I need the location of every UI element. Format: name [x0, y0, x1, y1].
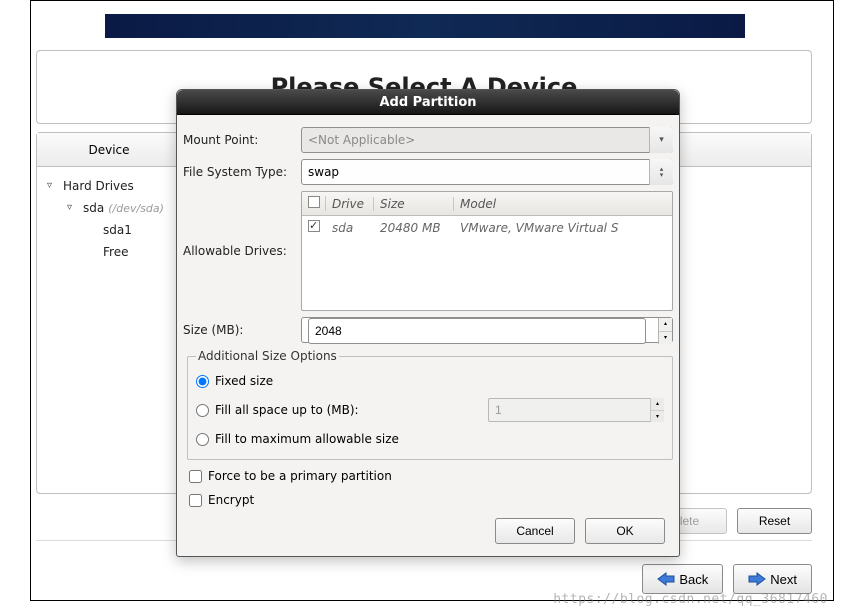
mount-point-combo[interactable]: <Not Applicable> — [301, 127, 673, 153]
arrow-right-icon — [748, 572, 766, 586]
encrypt-checkbox[interactable] — [189, 494, 202, 507]
chevron-down-icon[interactable]: ▾ — [649, 127, 673, 153]
fs-type-label: File System Type: — [183, 165, 301, 179]
size-mb-input[interactable] — [308, 318, 646, 344]
radio-fill-max-row[interactable]: Fill to maximum allowable size — [196, 427, 664, 451]
back-button[interactable]: Back — [642, 564, 723, 594]
mount-point-label: Mount Point: — [183, 133, 301, 147]
spin-down-icon[interactable]: ▾ — [651, 411, 664, 423]
radio-fill-up-to-row[interactable]: Fill all space up to (MB): ▴ ▾ — [196, 393, 664, 427]
fs-type-combo[interactable]: swap — [301, 159, 673, 185]
add-partition-dialog: Add Partition Mount Point: <Not Applicab… — [176, 89, 680, 557]
spin-up-icon[interactable]: ▴ — [659, 318, 672, 332]
chevron-down-icon[interactable]: ▿ — [47, 180, 59, 192]
allowable-drives-label: Allowable Drives: — [183, 244, 301, 258]
force-primary-row[interactable]: Force to be a primary partition — [183, 464, 673, 488]
fill-up-to-input[interactable] — [488, 398, 664, 422]
updown-icon[interactable]: ▴▾ — [649, 159, 673, 185]
radio-fill-up-to[interactable] — [196, 404, 209, 417]
dialog-title[interactable]: Add Partition — [177, 90, 679, 115]
tree-meta: (/dev/sda) — [108, 202, 164, 215]
dialog-body: Mount Point: <Not Applicable> ▾ File Sys… — [177, 115, 679, 556]
radio-label: Fixed size — [215, 374, 273, 388]
button-label: Back — [679, 572, 708, 587]
drives-col-size[interactable]: Size — [374, 197, 454, 211]
size-mb-label: Size (MB): — [183, 323, 301, 337]
spin-down-icon[interactable]: ▾ — [659, 332, 672, 345]
drive-cell-model: VMware, VMware Virtual S — [454, 221, 672, 235]
tree-label: sda1 — [103, 223, 132, 237]
button-label: Cancel — [516, 524, 553, 538]
allowable-drives-table[interactable]: Drive Size Model sda 20480 MB VMware, VM… — [301, 191, 673, 311]
drive-row-checkbox[interactable] — [308, 220, 320, 232]
drives-check-all[interactable] — [302, 196, 326, 211]
radio-label: Fill to maximum allowable size — [215, 432, 399, 446]
additional-size-legend: Additional Size Options — [196, 349, 339, 363]
check-label: Force to be a primary partition — [208, 469, 392, 483]
additional-size-options: Additional Size Options Fixed size Fill … — [187, 349, 673, 460]
button-label: Reset — [759, 514, 790, 528]
wizard-nav-row: Back Next — [642, 564, 812, 594]
check-label: Encrypt — [208, 493, 254, 507]
spin-up-icon[interactable]: ▴ — [651, 398, 664, 411]
ok-button[interactable]: OK — [585, 518, 665, 544]
drives-col-drive[interactable]: Drive — [326, 197, 374, 211]
fill-up-spinner[interactable]: ▴ ▾ — [650, 398, 664, 422]
column-device[interactable]: Device — [37, 133, 182, 167]
banner-band — [105, 14, 745, 38]
drive-cell-size: 20480 MB — [374, 221, 454, 235]
radio-fill-max[interactable] — [196, 433, 209, 446]
button-label: lete — [680, 514, 699, 528]
drives-col-model[interactable]: Model — [454, 197, 672, 211]
button-label: Next — [770, 572, 797, 587]
next-button[interactable]: Next — [733, 564, 812, 594]
drives-header: Drive Size Model — [302, 192, 672, 216]
drives-row[interactable]: sda 20480 MB VMware, VMware Virtual S — [302, 216, 672, 239]
radio-fixed-size-row[interactable]: Fixed size — [196, 369, 664, 393]
size-spinner[interactable]: ▴ ▾ — [658, 318, 672, 344]
tree-label: Free — [103, 245, 128, 259]
encrypt-row[interactable]: Encrypt — [183, 488, 673, 512]
force-primary-checkbox[interactable] — [189, 470, 202, 483]
check-all-checkbox[interactable] — [308, 196, 320, 208]
radio-label: Fill all space up to (MB): — [215, 403, 359, 417]
arrow-left-icon — [657, 572, 675, 586]
watermark-text: https://blog.csdn.net/qq_36817460 — [553, 592, 828, 607]
radio-fixed-size[interactable] — [196, 375, 209, 388]
button-label: OK — [616, 524, 633, 538]
cancel-button[interactable]: Cancel — [495, 518, 575, 544]
tree-label: sda — [83, 201, 104, 215]
drive-cell-name: sda — [326, 221, 374, 235]
tree-label: Hard Drives — [63, 179, 134, 193]
dialog-action-row: Cancel OK — [183, 512, 673, 546]
reset-button[interactable]: Reset — [737, 508, 812, 534]
chevron-down-icon[interactable]: ▿ — [67, 202, 79, 214]
